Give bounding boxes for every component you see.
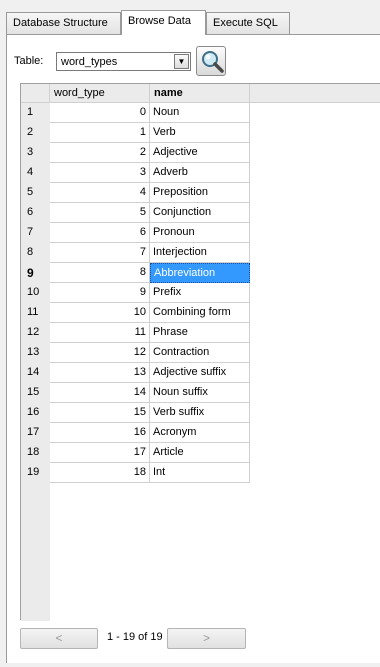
table-row[interactable]: 10 9 Prefix bbox=[21, 283, 250, 303]
cell-word-type[interactable]: 10 bbox=[50, 303, 150, 323]
table-row[interactable]: 13 12 Contraction bbox=[21, 343, 250, 363]
table-select-value: word_types bbox=[61, 56, 118, 68]
cell-word-type[interactable]: 0 bbox=[50, 103, 150, 123]
cell-name[interactable]: Article bbox=[150, 443, 250, 463]
table-row[interactable]: 19 18 Int bbox=[21, 463, 250, 483]
table-row[interactable]: 18 17 Article bbox=[21, 443, 250, 463]
cell-word-type[interactable]: 17 bbox=[50, 443, 150, 463]
row-number[interactable]: 19 bbox=[21, 463, 50, 483]
row-number[interactable]: 11 bbox=[21, 303, 50, 323]
cell-name[interactable]: Combining form bbox=[150, 303, 250, 323]
cell-word-type[interactable]: 7 bbox=[50, 243, 150, 263]
row-number[interactable]: 18 bbox=[21, 443, 50, 463]
row-number[interactable]: 6 bbox=[21, 203, 50, 223]
row-number[interactable]: 1 bbox=[21, 103, 50, 123]
table-row[interactable]: 12 11 Phrase bbox=[21, 323, 250, 343]
cell-word-type[interactable]: 9 bbox=[50, 283, 150, 303]
magnifier-icon bbox=[202, 51, 224, 73]
cell-word-type[interactable]: 6 bbox=[50, 223, 150, 243]
table-row[interactable]: 2 1 Verb bbox=[21, 123, 250, 143]
table-row[interactable]: 15 14 Noun suffix bbox=[21, 383, 250, 403]
cell-name[interactable]: Int bbox=[150, 463, 250, 483]
cell-name[interactable]: Prefix bbox=[150, 283, 250, 303]
cell-name[interactable]: Phrase bbox=[150, 323, 250, 343]
cell-name[interactable]: Adverb bbox=[150, 163, 250, 183]
table-row[interactable]: 14 13 Adjective suffix bbox=[21, 363, 250, 383]
row-number[interactable]: 17 bbox=[21, 423, 50, 443]
cell-name[interactable]: Preposition bbox=[150, 183, 250, 203]
cell-word-type[interactable]: 11 bbox=[50, 323, 150, 343]
cell-word-type[interactable]: 3 bbox=[50, 163, 150, 183]
table-row[interactable]: 5 4 Preposition bbox=[21, 183, 250, 203]
search-button[interactable] bbox=[196, 46, 226, 76]
table-row[interactable]: 6 5 Conjunction bbox=[21, 203, 250, 223]
cell-name[interactable]: Pronoun bbox=[150, 223, 250, 243]
app-window: Database Structure Browse Data Execute S… bbox=[0, 0, 380, 667]
tab-database-structure[interactable]: Database Structure bbox=[6, 12, 121, 34]
previous-page-button[interactable]: < bbox=[20, 628, 98, 649]
chevron-down-icon[interactable]: ▼ bbox=[174, 54, 189, 69]
cell-name[interactable]: Noun suffix bbox=[150, 383, 250, 403]
row-number[interactable]: 12 bbox=[21, 323, 50, 343]
cell-name[interactable]: Verb bbox=[150, 123, 250, 143]
row-number[interactable]: 4 bbox=[21, 163, 50, 183]
row-number[interactable]: 7 bbox=[21, 223, 50, 243]
table-row[interactable]: 7 6 Pronoun bbox=[21, 223, 250, 243]
cell-word-type[interactable]: 13 bbox=[50, 363, 150, 383]
row-number[interactable]: 10 bbox=[21, 283, 50, 303]
row-number[interactable]: 14 bbox=[21, 363, 50, 383]
table-label: Table: bbox=[14, 55, 44, 67]
row-number[interactable]: 9 bbox=[21, 263, 50, 283]
cell-word-type[interactable]: 15 bbox=[50, 403, 150, 423]
table-row[interactable]: 9 8 Abbreviation bbox=[21, 263, 250, 283]
cell-word-type[interactable]: 8 bbox=[50, 263, 150, 283]
table-row[interactable]: 17 16 Acronym bbox=[21, 423, 250, 443]
cell-name[interactable]: Conjunction bbox=[150, 203, 250, 223]
cell-name[interactable]: Adjective bbox=[150, 143, 250, 163]
data-grid[interactable]: word_type name 1 0 Noun 2 1 Verb 3 2 Adjective 4 3… bbox=[20, 83, 380, 621]
row-number[interactable]: 2 bbox=[21, 123, 50, 143]
row-number[interactable]: 13 bbox=[21, 343, 50, 363]
tab-browse-data[interactable]: Browse Data bbox=[121, 10, 206, 35]
row-number[interactable]: 8 bbox=[21, 243, 50, 263]
table-row[interactable]: 4 3 Adverb bbox=[21, 163, 250, 183]
next-page-button[interactable]: > bbox=[167, 628, 246, 649]
cell-name[interactable]: Adjective suffix bbox=[150, 363, 250, 383]
table-row[interactable]: 1 0 Noun bbox=[21, 103, 250, 123]
table-row[interactable]: 8 7 Interjection bbox=[21, 243, 250, 263]
cell-name[interactable]: Contraction bbox=[150, 343, 250, 363]
cell-word-type[interactable]: 2 bbox=[50, 143, 150, 163]
cell-name[interactable]: Interjection bbox=[150, 243, 250, 263]
tab-bar: Database Structure Browse Data Execute S… bbox=[0, 0, 380, 35]
cell-word-type[interactable]: 14 bbox=[50, 383, 150, 403]
cell-word-type[interactable]: 4 bbox=[50, 183, 150, 203]
tab-execute-sql[interactable]: Execute SQL bbox=[206, 12, 290, 34]
table-row[interactable]: 16 15 Verb suffix bbox=[21, 403, 250, 423]
grid-corner[interactable] bbox=[21, 84, 50, 103]
cell-name[interactable]: Abbreviation bbox=[150, 263, 250, 283]
cell-name[interactable]: Noun bbox=[150, 103, 250, 123]
cell-word-type[interactable]: 12 bbox=[50, 343, 150, 363]
cell-name[interactable]: Verb suffix bbox=[150, 403, 250, 423]
column-header-name[interactable]: name bbox=[150, 84, 250, 103]
row-number[interactable]: 3 bbox=[21, 143, 50, 163]
row-number[interactable]: 16 bbox=[21, 403, 50, 423]
cell-name[interactable]: Acronym bbox=[150, 423, 250, 443]
row-number[interactable]: 15 bbox=[21, 383, 50, 403]
cell-word-type[interactable]: 5 bbox=[50, 203, 150, 223]
table-select[interactable]: word_types ▼ bbox=[56, 52, 191, 71]
column-header-filler bbox=[250, 84, 380, 103]
cell-word-type[interactable]: 16 bbox=[50, 423, 150, 443]
row-number[interactable]: 5 bbox=[21, 183, 50, 203]
cell-word-type[interactable]: 18 bbox=[50, 463, 150, 483]
table-row[interactable]: 11 10 Combining form bbox=[21, 303, 250, 323]
record-range-label: 1 - 19 of 19 bbox=[107, 631, 163, 643]
table-row[interactable]: 3 2 Adjective bbox=[21, 143, 250, 163]
cell-word-type[interactable]: 1 bbox=[50, 123, 150, 143]
column-header-word-type[interactable]: word_type bbox=[50, 84, 150, 103]
